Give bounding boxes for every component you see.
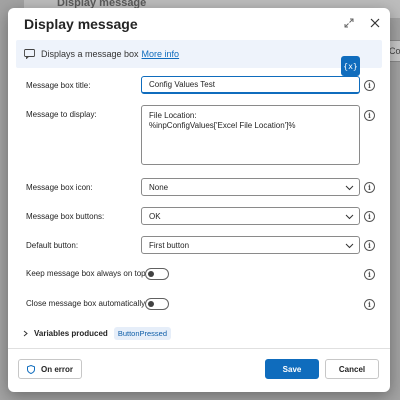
message-label: Message to display: bbox=[26, 110, 97, 119]
always-on-top-label: Keep message box always on top: bbox=[26, 269, 148, 278]
icon-info-icon[interactable]: i bbox=[364, 182, 375, 193]
more-info-link[interactable]: More info bbox=[142, 49, 180, 59]
buttons-info-icon[interactable]: i bbox=[364, 211, 375, 222]
always-on-top-toggle[interactable] bbox=[145, 268, 169, 280]
toggle-knob bbox=[148, 271, 154, 277]
title-input[interactable]: Config Values Test bbox=[141, 76, 360, 94]
info-text: Displays a message box bbox=[41, 49, 139, 59]
message-icon bbox=[24, 49, 35, 59]
toggle-knob bbox=[148, 301, 154, 307]
message-line-2: %inpConfigValues['Excel File Location']% bbox=[149, 121, 296, 130]
buttons-select-value: OK bbox=[149, 211, 161, 221]
message-info-icon[interactable]: i bbox=[364, 110, 375, 121]
chevron-down-icon bbox=[345, 212, 354, 221]
message-textarea[interactable]: File Location: %inpConfigValues['Excel F… bbox=[141, 105, 360, 165]
buttons-select[interactable]: OK bbox=[141, 207, 360, 225]
default-button-label: Default button: bbox=[26, 241, 79, 250]
dialog-title: Display message bbox=[24, 16, 138, 32]
chevron-down-icon bbox=[345, 241, 354, 250]
icon-select-value: None bbox=[149, 182, 169, 192]
buttons-label: Message box buttons: bbox=[26, 212, 105, 221]
message-line-1: File Location: bbox=[149, 111, 197, 120]
default-button-info-icon[interactable]: i bbox=[364, 240, 375, 251]
auto-close-toggle[interactable] bbox=[145, 298, 169, 310]
variables-button[interactable]: {x} bbox=[341, 56, 360, 76]
chevron-down-icon bbox=[345, 183, 354, 192]
display-message-dialog: Display message Displays a message box M… bbox=[8, 8, 390, 392]
always-on-top-info-icon[interactable]: i bbox=[364, 269, 375, 280]
expand-icon[interactable] bbox=[341, 15, 357, 31]
chevron-right-icon[interactable] bbox=[22, 330, 29, 337]
close-icon[interactable] bbox=[367, 15, 383, 31]
default-button-select-value: First button bbox=[149, 240, 190, 250]
variables-produced-label: Variables produced bbox=[34, 328, 108, 338]
on-error-button[interactable]: On error bbox=[18, 359, 82, 379]
variables-produced-row[interactable]: Variables produced ButtonPressed bbox=[22, 326, 172, 340]
auto-close-info-icon[interactable]: i bbox=[364, 299, 375, 310]
shield-icon bbox=[26, 364, 35, 374]
auto-close-label: Close message box automatically: bbox=[26, 299, 148, 308]
cancel-button[interactable]: Cancel bbox=[325, 359, 379, 379]
on-error-label: On error bbox=[40, 364, 73, 374]
save-button[interactable]: Save bbox=[265, 359, 319, 379]
title-info-icon[interactable]: i bbox=[364, 80, 375, 91]
icon-select[interactable]: None bbox=[141, 178, 360, 196]
title-label: Message box title: bbox=[26, 81, 91, 90]
footer-divider bbox=[8, 348, 390, 349]
info-bar: Displays a message box More info bbox=[16, 40, 382, 68]
default-button-select[interactable]: First button bbox=[141, 236, 360, 254]
variable-chip[interactable]: ButtonPressed bbox=[113, 326, 172, 340]
icon-label: Message box icon: bbox=[26, 183, 93, 192]
